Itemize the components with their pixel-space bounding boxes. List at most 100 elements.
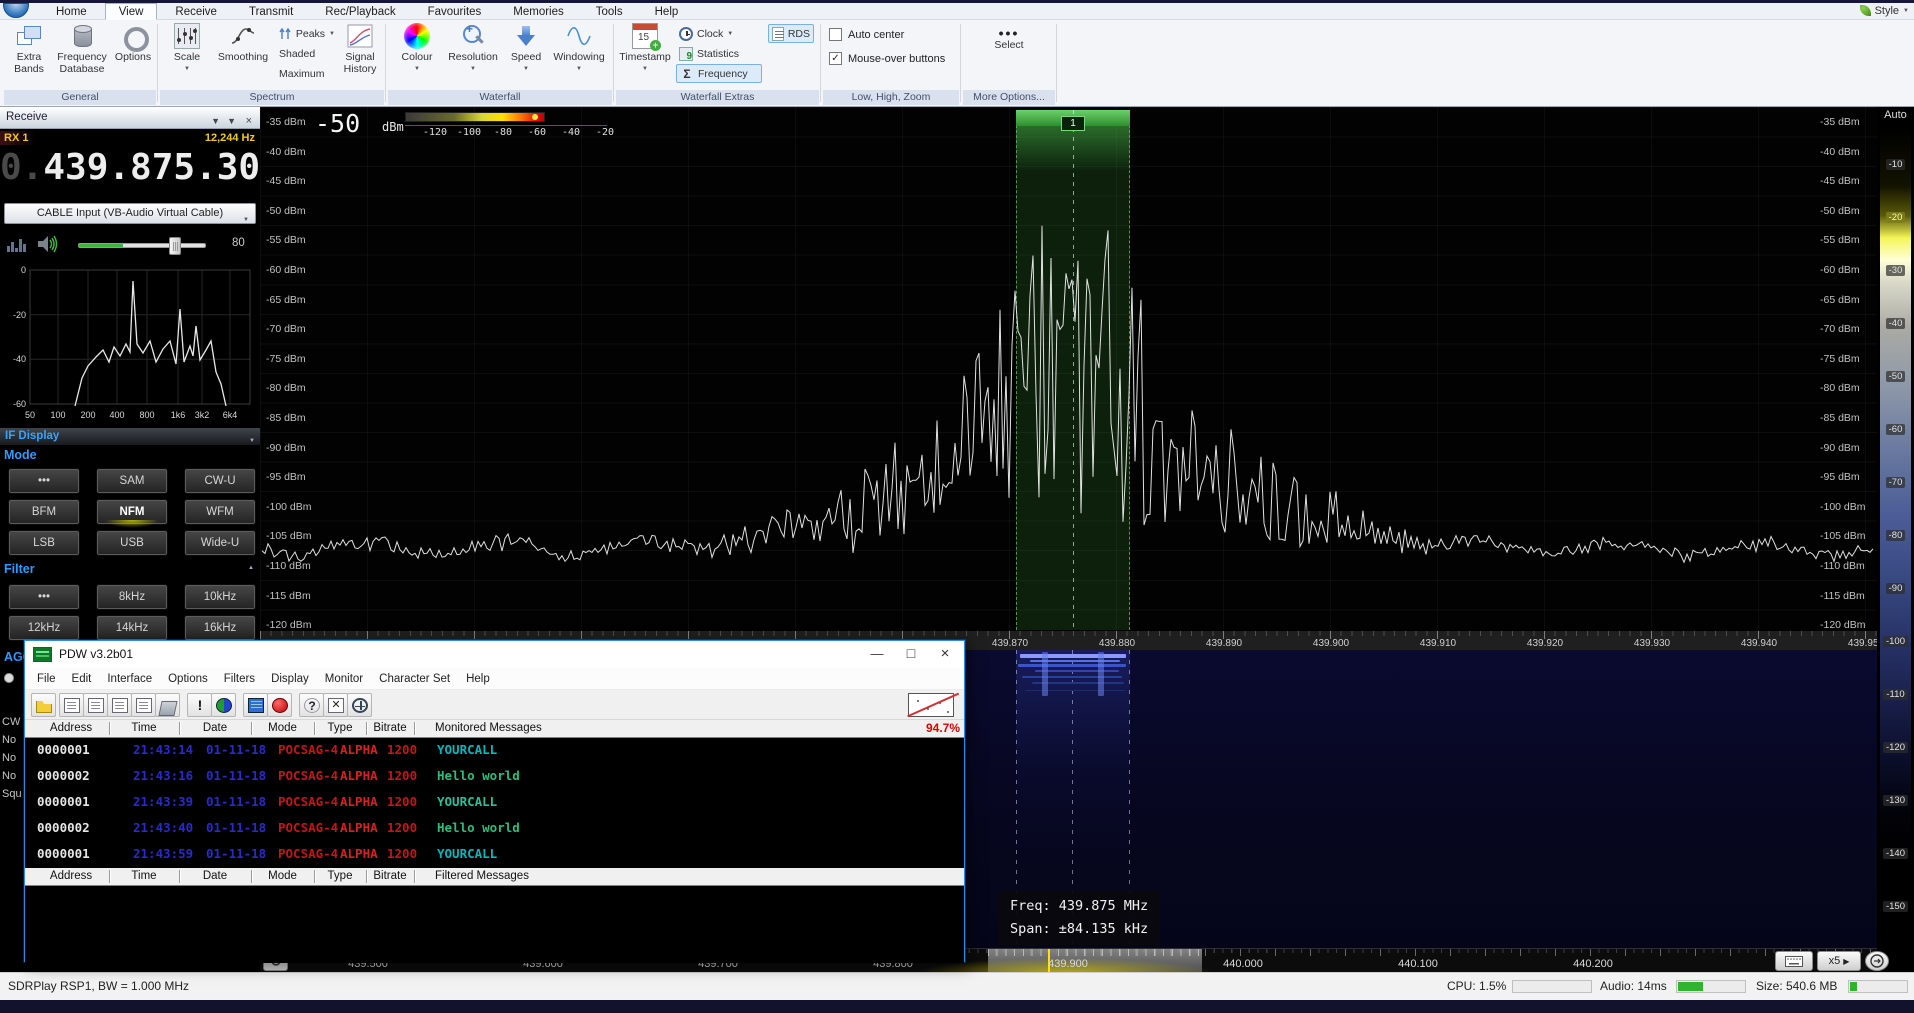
column-separator[interactable]	[109, 870, 110, 883]
pdw-menu-edit[interactable]: Edit	[64, 668, 100, 689]
paste-button[interactable]	[107, 693, 132, 717]
column-header-date[interactable]: Date	[179, 720, 251, 737]
mode-button-usb[interactable]: USB	[96, 530, 168, 556]
pdw-menu-character-set[interactable]: Character Set	[371, 668, 458, 689]
table-row[interactable]: 000000221:43:1601-11-18POCSAG-4ALPHA1200…	[25, 764, 964, 790]
pdw-menu-options[interactable]: Options	[160, 668, 216, 689]
smoothing-button[interactable]: Smoothing	[212, 22, 274, 88]
chevron-down-icon[interactable]: ▼	[211, 111, 220, 132]
filter-button-12khz[interactable]: 12kHz	[8, 615, 80, 641]
filtered-messages-list[interactable]	[25, 886, 964, 963]
tab-view[interactable]: View	[105, 3, 158, 20]
shaded-button[interactable]: Shaded	[276, 44, 338, 63]
select-button[interactable]: ••• Select	[979, 28, 1039, 94]
filter-button-16khz[interactable]: 16kHz	[184, 615, 256, 641]
pdw-menu-display[interactable]: Display	[263, 668, 317, 689]
rds-button[interactable]: RDS	[768, 24, 814, 43]
open-file-button[interactable]	[31, 693, 56, 717]
column-header-filtered-messages[interactable]: Filtered Messages	[435, 868, 529, 885]
column-separator[interactable]	[366, 870, 367, 883]
column-header-address[interactable]: Address	[33, 868, 109, 885]
maximum-button[interactable]: Maximum	[276, 64, 338, 83]
auto-range-button[interactable]: Auto	[1877, 109, 1914, 121]
column-header-time[interactable]: Time	[109, 868, 179, 885]
column-header-address[interactable]: Address	[33, 720, 109, 737]
mouse-over-buttons-checkbox[interactable]: ✓ Mouse-over buttons	[829, 52, 945, 65]
volume-slider[interactable]	[78, 243, 206, 248]
tab-tools[interactable]: Tools	[582, 3, 637, 20]
table-row[interactable]: 000000221:43:4001-11-18POCSAG-4ALPHA1200…	[25, 816, 964, 842]
style-button[interactable]: Style ▼	[1860, 3, 1909, 18]
close-icon[interactable]: ×	[246, 111, 252, 132]
chevron-up-icon[interactable]: ▲	[248, 565, 254, 571]
mode-button-lsb[interactable]: LSB	[8, 530, 80, 556]
resolution-button[interactable]: Resolution ▼	[444, 22, 502, 88]
column-header-bitrate[interactable]: Bitrate	[366, 868, 414, 885]
column-separator[interactable]	[251, 722, 252, 735]
mode-button-sam[interactable]: SAM	[96, 468, 168, 494]
close-button[interactable]: ×	[930, 641, 960, 668]
pdw-menu-monitor[interactable]: Monitor	[317, 668, 371, 689]
mode-button-nfm[interactable]: NFM	[96, 499, 168, 525]
monitored-messages-list[interactable]: 000000121:43:1401-11-18POCSAG-4ALPHA1200…	[25, 738, 964, 868]
receive-panel-header[interactable]: Receive ▼ ▼ ×	[0, 107, 260, 129]
tab-transmit[interactable]: Transmit	[235, 3, 307, 20]
column-header-bitrate[interactable]: Bitrate	[366, 720, 414, 737]
maximize-button[interactable]: □	[896, 641, 926, 668]
tab-rec-playback[interactable]: Rec/Playback	[311, 3, 409, 20]
mode-button-bfm[interactable]: BFM	[8, 499, 80, 525]
copy-all-button[interactable]	[83, 693, 108, 717]
column-separator[interactable]	[414, 870, 415, 883]
agc-radio-button[interactable]	[4, 673, 14, 683]
auto-center-checkbox[interactable]: Auto center	[829, 28, 904, 41]
level-gradient-slider[interactable]	[1880, 127, 1911, 867]
statistics-button[interactable]: Statistics	[676, 44, 762, 63]
mode-button-wfm[interactable]: WFM	[184, 499, 256, 525]
speed-button[interactable]: Speed ▼	[504, 22, 548, 88]
column-separator[interactable]	[366, 722, 367, 735]
column-header-type[interactable]: Type	[314, 720, 366, 737]
pdw-menu-interface[interactable]: Interface	[99, 668, 160, 689]
filter-toggle-button[interactable]: ✕	[323, 693, 348, 717]
zoom-multiplier-button[interactable]: x5 ▶	[1817, 951, 1861, 971]
pdw-menu-file[interactable]: File	[29, 668, 64, 689]
table-row[interactable]: 000000121:43:5901-11-18POCSAG-4ALPHA1200…	[25, 842, 964, 868]
tab-memories[interactable]: Memories	[499, 3, 577, 20]
volume-slider-handle[interactable]	[169, 237, 181, 255]
pin-icon[interactable]: ▼	[227, 111, 236, 132]
clock-button[interactable]: Clock ▼	[676, 24, 762, 43]
extra-bands-button[interactable]: Extra Bands	[6, 22, 52, 88]
audio-device-select[interactable]: CABLE Input (VB-Audio Virtual Cable) ▼	[4, 203, 256, 224]
mode-button-wideu[interactable]: Wide-U	[184, 530, 256, 556]
colour-button[interactable]: Colour ▼	[392, 22, 442, 88]
column-header-time[interactable]: Time	[109, 720, 179, 737]
column-header-date[interactable]: Date	[179, 868, 251, 885]
levels-icon[interactable]	[7, 236, 27, 252]
scale-button[interactable]: Scale ▼	[164, 22, 210, 88]
filter-button-8khz[interactable]: 8kHz	[96, 584, 168, 610]
column-separator[interactable]	[179, 870, 180, 883]
table-row[interactable]: 000000121:43:1401-11-18POCSAG-4ALPHA1200…	[25, 738, 964, 764]
tab-receive[interactable]: Receive	[161, 3, 231, 20]
column-separator[interactable]	[314, 870, 315, 883]
column-separator[interactable]	[179, 722, 180, 735]
copy-button[interactable]	[59, 693, 84, 717]
frequency-button[interactable]: Σ Frequency	[676, 64, 762, 83]
column-separator[interactable]	[109, 722, 110, 735]
filter-button-more[interactable]: •••	[8, 584, 80, 610]
pdw-menu-help[interactable]: Help	[458, 668, 498, 689]
keyboard-entry-button[interactable]	[1775, 951, 1813, 971]
timestamp-button[interactable]: + Timestamp ▼	[618, 22, 672, 88]
continuum-button[interactable]	[1865, 951, 1889, 971]
save-log-button[interactable]	[131, 693, 156, 717]
mode-button-cwu[interactable]: CW-U	[184, 468, 256, 494]
options-button[interactable]: Options	[112, 22, 154, 88]
clear-button[interactable]	[155, 693, 180, 717]
windowing-button[interactable]: Windowing ▼	[550, 22, 608, 88]
table-row[interactable]: 000000121:43:3901-11-18POCSAG-4ALPHA1200…	[25, 790, 964, 816]
column-separator[interactable]	[251, 870, 252, 883]
alert-button[interactable]: !	[187, 693, 212, 717]
column-header-mode[interactable]: Mode	[251, 720, 314, 737]
if-display-section-header[interactable]: IF Display ▼	[0, 428, 260, 445]
tab-home[interactable]: Home	[42, 3, 101, 20]
